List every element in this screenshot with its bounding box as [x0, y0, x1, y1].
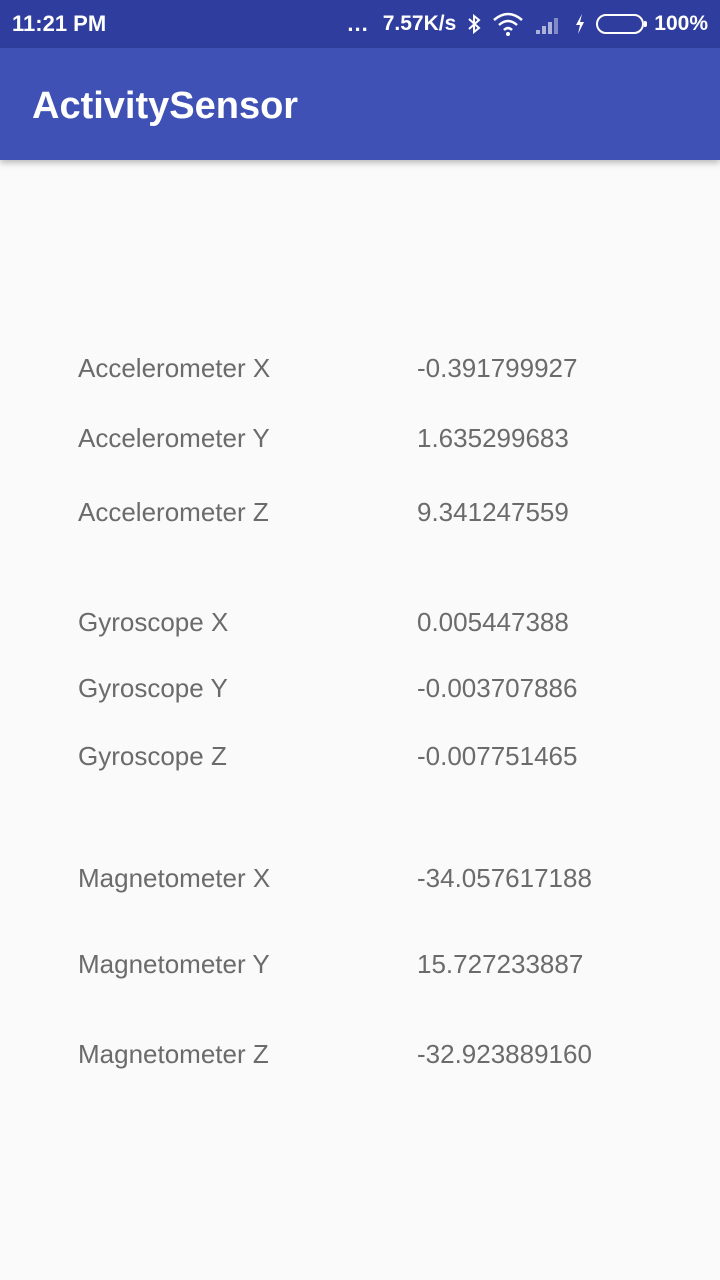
sensor-row: Magnetometer X -34.057617188 [0, 858, 720, 898]
wifi-icon [492, 12, 524, 36]
app-bar: ActivitySensor [0, 48, 720, 160]
network-speed: 7.57K/s [382, 12, 457, 35]
bluetooth-icon [466, 12, 482, 36]
battery-icon [596, 14, 648, 34]
sensor-value: -34.057617188 [417, 863, 592, 893]
sensor-label: Magnetometer Y [78, 949, 270, 979]
sensor-label: Accelerometer Y [78, 423, 270, 453]
sensor-row: Accelerometer Y 1.635299683 [0, 418, 720, 458]
sensor-label: Gyroscope Z [78, 741, 227, 771]
sensor-value: 0.005447388 [417, 607, 569, 637]
sensor-value: -0.391799927 [417, 353, 578, 383]
more-dots-icon: ... [347, 11, 369, 36]
sensor-row: Gyroscope Y -0.003707886 [0, 668, 720, 708]
sensor-row: Magnetometer Y 15.727233887 [0, 944, 720, 984]
sensor-row: Gyroscope X 0.005447388 [0, 602, 720, 642]
sensor-label: Accelerometer X [78, 353, 271, 383]
sensor-row: Magnetometer Z -32.923889160 [0, 1034, 720, 1074]
signal-icon [534, 12, 564, 36]
sensor-row: Accelerometer X -0.391799927 [0, 348, 720, 388]
sensor-value: 1.635299683 [417, 423, 569, 453]
sensor-value: 15.727233887 [417, 949, 584, 979]
sensor-value: -32.923889160 [417, 1039, 592, 1069]
charging-icon [574, 12, 586, 36]
status-icons: ... 7.57K/s 100% [347, 10, 708, 38]
sensor-row: Accelerometer Z 9.341247559 [0, 492, 720, 532]
app-title: ActivitySensor [32, 85, 299, 127]
sensor-label: Magnetometer X [78, 863, 271, 893]
sensor-label: Gyroscope X [78, 607, 229, 637]
sensor-label: Accelerometer Z [78, 497, 269, 527]
sensor-row: Gyroscope Z -0.007751465 [0, 736, 720, 776]
status-time: 11:21 PM [12, 11, 107, 36]
sensor-value: -0.007751465 [417, 741, 578, 771]
sensor-value: -0.003707886 [417, 673, 578, 703]
battery-percent: 100% [654, 12, 708, 35]
sensor-label: Gyroscope Y [78, 673, 228, 703]
sensor-label: Magnetometer Z [78, 1039, 269, 1069]
status-bar: 11:21 PM ... 7.57K/s 100% [0, 0, 720, 48]
sensor-readings: Accelerometer X -0.391799927 Acceleromet… [0, 160, 720, 1280]
sensor-value: 9.341247559 [417, 497, 569, 527]
